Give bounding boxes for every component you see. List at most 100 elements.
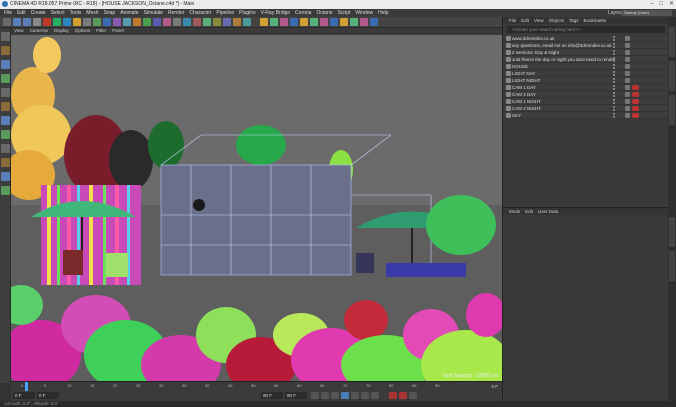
menu-pipeline[interactable]: Pipeline (216, 10, 234, 16)
menu-snap[interactable]: Snap (104, 10, 116, 16)
menu-mesh[interactable]: Mesh (86, 10, 98, 16)
edges-mode-icon[interactable] (1, 46, 10, 55)
next-frame-button[interactable] (351, 392, 359, 399)
camera-icon[interactable] (203, 18, 211, 26)
object-row[interactable]: LIGHT DAY (503, 70, 669, 77)
end-frame-field[interactable]: 90 F (285, 392, 307, 399)
tab-attributes[interactable] (669, 217, 675, 247)
octane-tag-icon[interactable] (632, 99, 639, 104)
undo-icon[interactable] (3, 18, 11, 26)
goto-start-button[interactable] (311, 392, 319, 399)
enable-check-icon[interactable] (625, 57, 630, 62)
keyframe-selection-button[interactable] (409, 392, 417, 399)
object-row[interactable]: HOUSE (503, 63, 669, 70)
menu-script[interactable]: Script (338, 10, 351, 16)
enable-check-icon[interactable] (625, 71, 630, 76)
visibility-dots[interactable] (613, 36, 618, 41)
object-menu-edit[interactable]: Edit (521, 18, 529, 23)
menu-corona[interactable]: Corona (295, 10, 311, 16)
corona-icon[interactable] (243, 18, 251, 26)
floor-icon[interactable] (193, 18, 201, 26)
menu-octane[interactable]: Octane (316, 10, 332, 16)
grid-icon[interactable] (1, 186, 10, 195)
enable-check-icon[interactable] (625, 99, 630, 104)
enable-check-icon[interactable] (625, 78, 630, 83)
viewport-menu-panel[interactable]: Panel (112, 28, 124, 33)
toolbar-extra-icon[interactable] (260, 18, 268, 26)
menu-render[interactable]: Render (168, 10, 184, 16)
toolbar-extra-icon[interactable] (280, 18, 288, 26)
record-button[interactable] (389, 392, 397, 399)
visibility-dots[interactable] (613, 99, 618, 104)
max-frame-field[interactable]: 90 F (261, 392, 283, 399)
menu-select[interactable]: Select (51, 10, 65, 16)
toolbar-extra-icon[interactable] (300, 18, 308, 26)
x-axis-icon[interactable] (73, 18, 81, 26)
object-row[interactable]: CAM 1 NIGHT (503, 98, 669, 105)
viewport-menu-view[interactable]: View (14, 28, 24, 33)
menu-simulate[interactable]: Simulate (144, 10, 163, 16)
object-row[interactable]: Just freeze the day or night you dont ne… (503, 56, 669, 63)
object-row[interactable]: 2 versions: Day & Night (503, 49, 669, 56)
octane-tag-icon[interactable] (632, 113, 639, 118)
goto-end-button[interactable] (371, 392, 379, 399)
octane-tag-icon[interactable] (632, 92, 639, 97)
subdivision-icon[interactable] (163, 18, 171, 26)
maximize-button[interactable]: □ (659, 0, 663, 9)
enable-check-icon[interactable] (625, 36, 630, 41)
points-mode-icon[interactable] (1, 32, 10, 41)
visibility-dots[interactable] (613, 64, 618, 69)
select-icon[interactable] (23, 18, 31, 26)
snap-icon[interactable] (1, 130, 10, 139)
menu-help[interactable]: Help (378, 10, 388, 16)
menu-window[interactable]: Window (355, 10, 373, 16)
cube-icon[interactable] (143, 18, 151, 26)
enable-check-icon[interactable] (625, 85, 630, 90)
visibility-dots[interactable] (613, 57, 618, 62)
menu-plugins[interactable]: Plugins (239, 10, 255, 16)
workplane-icon[interactable] (1, 144, 10, 153)
next-key-button[interactable] (361, 392, 369, 399)
render-view-icon[interactable] (113, 18, 121, 26)
object-menu-tags[interactable]: Tags (569, 18, 579, 23)
vray-icon[interactable] (233, 18, 241, 26)
object-menu-bookmarks[interactable]: Bookmarks (584, 18, 607, 23)
attribute-menu-mode[interactable]: Mode (509, 209, 520, 214)
array-icon[interactable] (173, 18, 181, 26)
rotate-icon[interactable] (53, 18, 61, 26)
light-icon[interactable] (213, 18, 221, 26)
tab-layers[interactable] (669, 251, 675, 281)
y-axis-icon[interactable] (83, 18, 91, 26)
toolbar-extra-icon[interactable] (320, 18, 328, 26)
tab-content-browser[interactable] (669, 95, 675, 125)
visibility-dots[interactable] (613, 50, 618, 55)
playhead-marker[interactable] (25, 382, 28, 391)
object-menu-view[interactable]: View (534, 18, 544, 23)
toolbar-extra-icon[interactable] (310, 18, 318, 26)
toolbar-extra-icon[interactable] (340, 18, 348, 26)
menu-animate[interactable]: Animate (120, 10, 138, 16)
visibility-dots[interactable] (613, 113, 618, 118)
object-menu-objects[interactable]: Objects (549, 18, 564, 23)
current-frame-field[interactable]: 0 F (13, 392, 35, 399)
menu-edit[interactable]: Edit (17, 10, 26, 16)
coordinate-icon[interactable] (103, 18, 111, 26)
object-row[interactable]: CAM 2 NIGHT (503, 105, 669, 112)
octane-icon[interactable] (223, 18, 231, 26)
viewport-menu-options[interactable]: Options (75, 28, 91, 33)
enable-check-icon[interactable] (625, 106, 630, 111)
object-row[interactable]: CAM 1 DAY (503, 84, 669, 91)
attribute-menu-edit[interactable]: Edit (525, 209, 533, 214)
tab-takes[interactable] (669, 61, 675, 91)
toolbar-extra-icon[interactable] (270, 18, 278, 26)
octane-tag-icon[interactable] (632, 85, 639, 90)
timeline-ruler[interactable]: 0 5 10 15 20 25 30 35 40 45 50 55 60 65 70 75 80 85 90 0 F (11, 381, 502, 391)
3d-viewport[interactable]: Grid Spacing : 10000 cm (11, 35, 502, 381)
z-axis-icon[interactable] (93, 18, 101, 26)
min-frame-field[interactable]: 0 F (37, 392, 59, 399)
play-button[interactable] (341, 392, 349, 399)
scale-icon[interactable] (43, 18, 51, 26)
menu-file[interactable]: File (4, 10, 12, 16)
object-row[interactable]: www.3dremdev.co.uk (503, 35, 669, 42)
toolbar-extra-icon[interactable] (370, 18, 378, 26)
